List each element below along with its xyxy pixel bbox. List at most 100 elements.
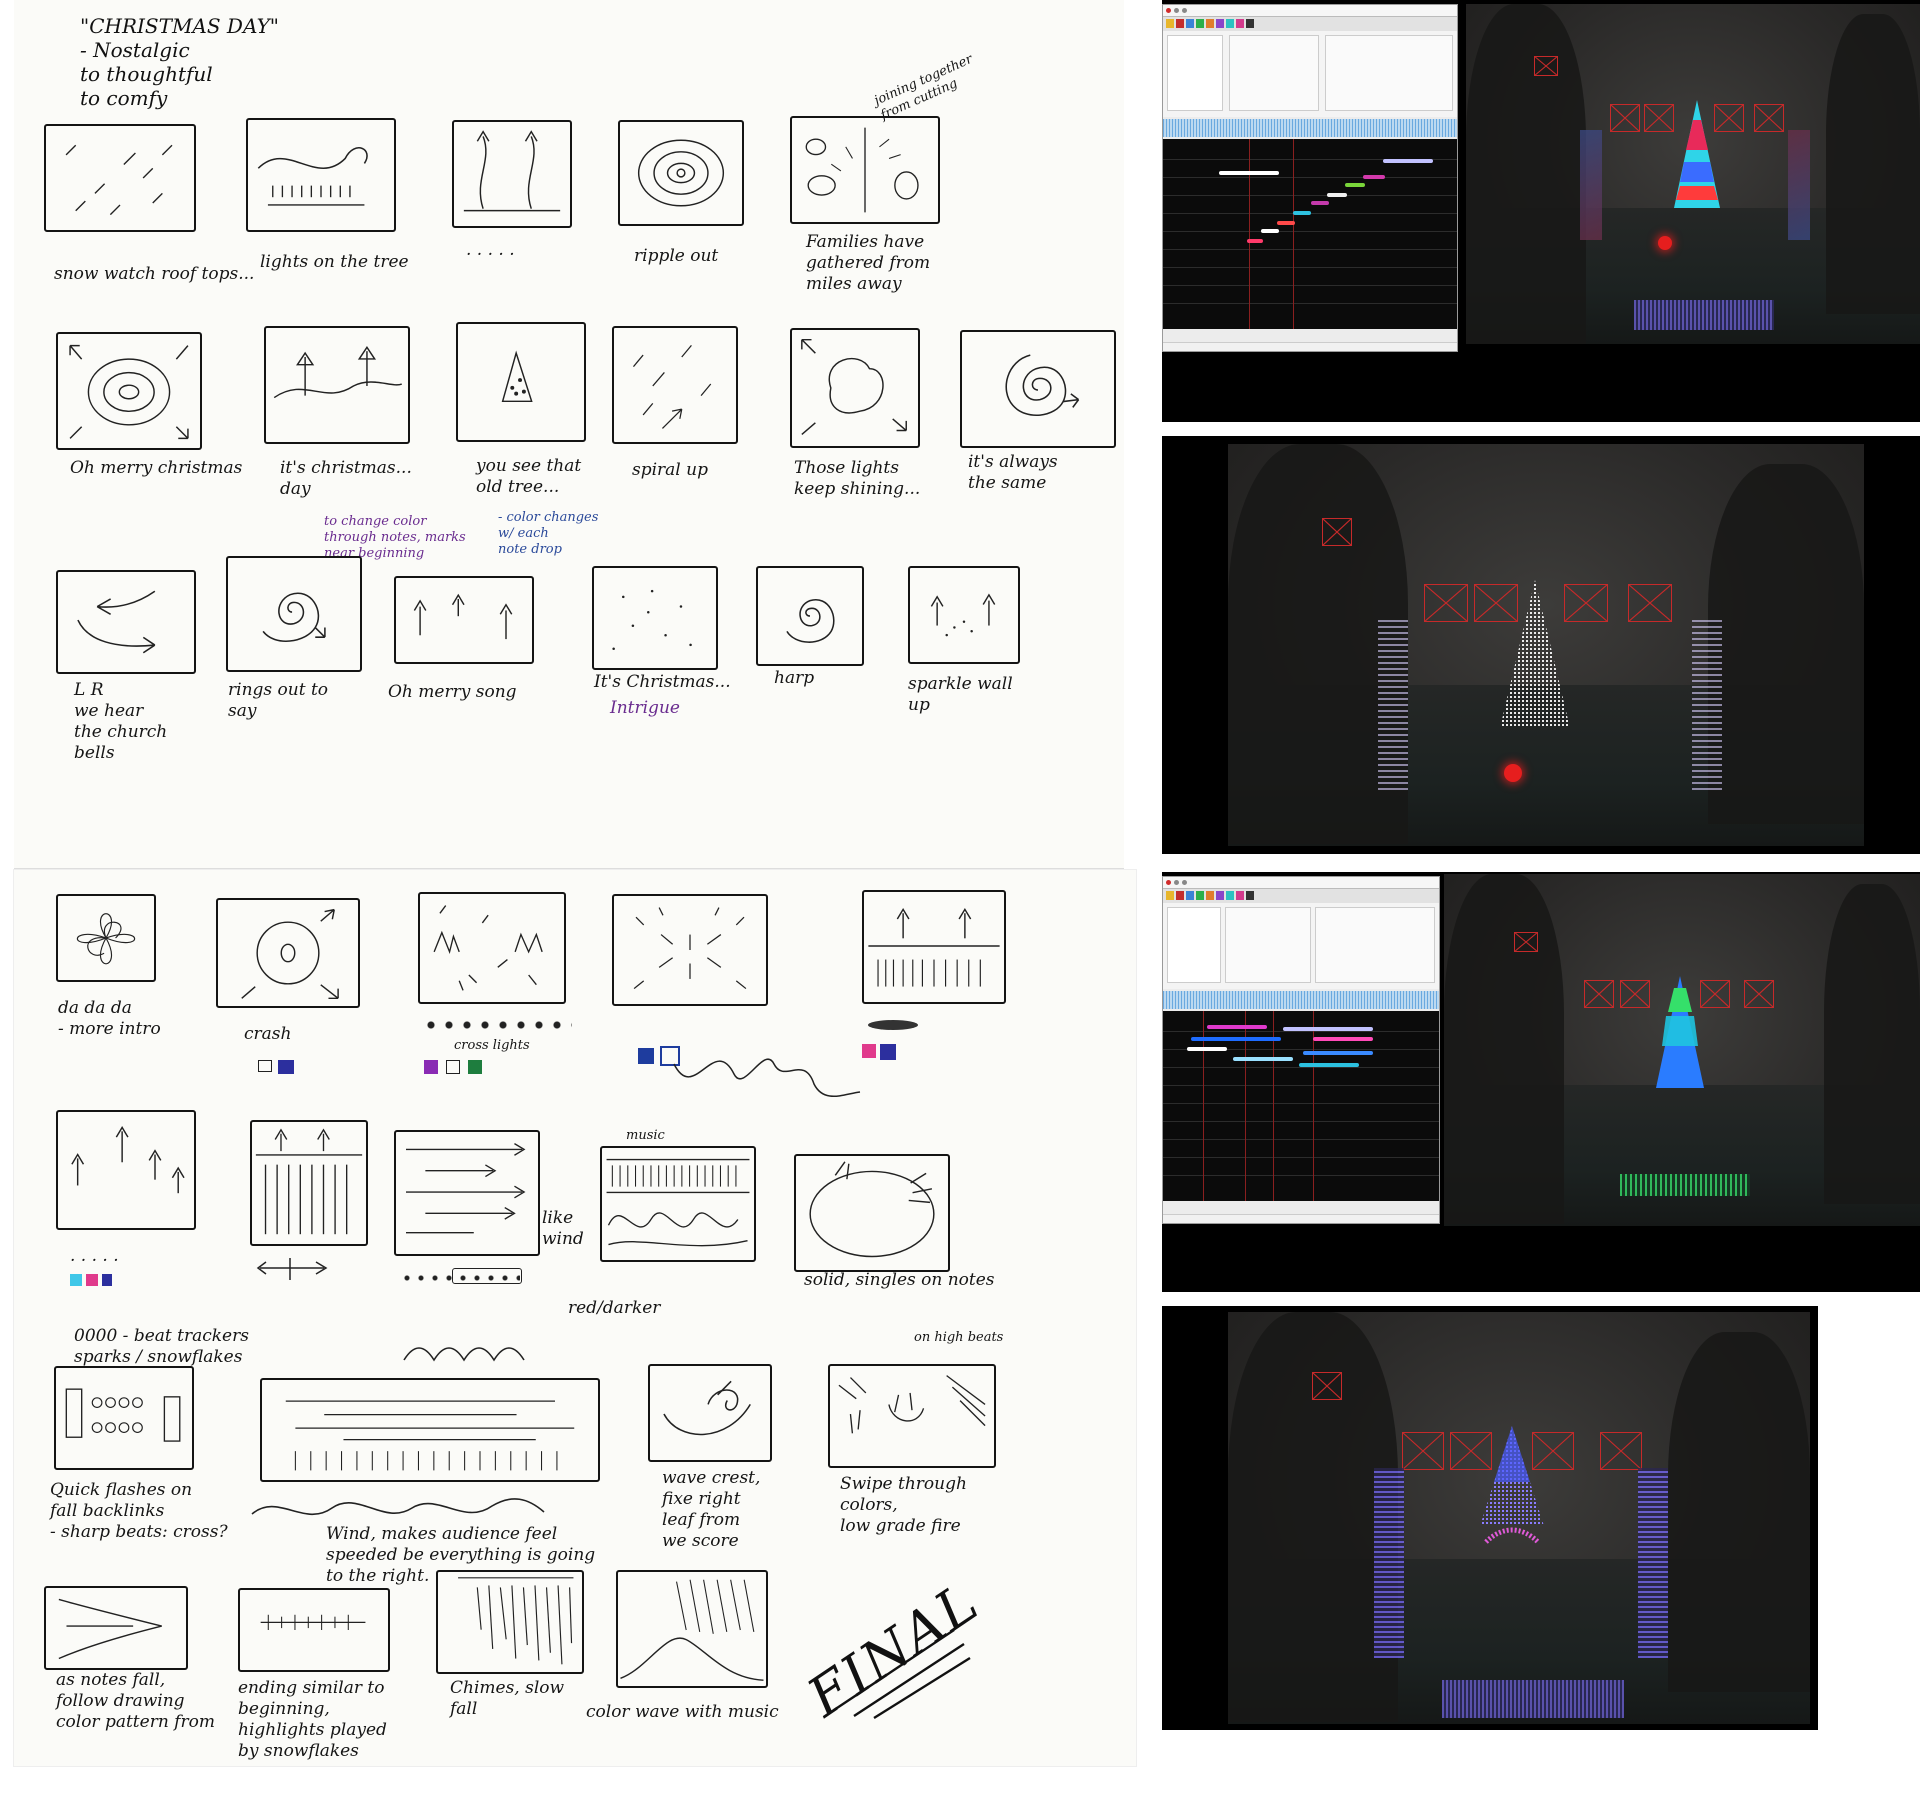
yard-preview <box>1228 444 1864 846</box>
caption: da da da - more intro <box>58 998 161 1039</box>
panel-chimes <box>436 1570 584 1674</box>
toolbar <box>1163 17 1457 31</box>
screenshot-1 <box>1162 0 1920 422</box>
effect-settings-panel <box>1163 903 1439 989</box>
caption: as notes fall, follow drawing color patt… <box>56 1670 215 1732</box>
panel-church-bells <box>56 570 196 674</box>
screenshot-4 <box>1162 1306 1818 1730</box>
caption: snow watch roof tops... <box>54 264 255 284</box>
caption: it's christmas... day <box>280 458 412 499</box>
yard-preview <box>1228 1312 1810 1724</box>
caption: It's Christmas... <box>594 672 731 692</box>
caption: music <box>626 1128 665 1143</box>
doodle-box <box>452 1268 522 1284</box>
led-prop-box <box>1534 56 1558 76</box>
swatch <box>258 1060 272 1072</box>
yard-preview <box>1466 4 1920 344</box>
mega-tree <box>1500 580 1570 728</box>
screenshot-2 <box>1162 436 1920 854</box>
panel-burst <box>612 894 768 1006</box>
panel-snow <box>44 124 196 232</box>
panel-lights-tree <box>246 118 396 232</box>
note: 0000 - beat trackers sparks / snowflakes <box>74 1326 249 1367</box>
panel-old-tree <box>456 322 586 442</box>
led-column <box>1378 620 1408 790</box>
caption: wave crest, fixe right leaf from we scor… <box>662 1468 761 1551</box>
panel-cross-lights <box>418 892 566 1004</box>
note: to change color through notes, marks nea… <box>324 514 466 561</box>
caption: like wind <box>542 1208 584 1249</box>
caption: spiral up <box>632 460 708 480</box>
led-prop-box <box>1424 584 1468 622</box>
panel-rings-out <box>226 556 362 672</box>
led-prop-box <box>1312 1372 1342 1400</box>
caption: L R we hear the church bells <box>74 680 168 763</box>
note: joining together from cutting <box>872 51 975 124</box>
panel-ripple <box>618 120 744 226</box>
panel-harp <box>756 566 864 666</box>
panel-sparkle-wall <box>908 566 1020 664</box>
wave-doodle <box>403 1347 525 1362</box>
storyboard-sheet-bottom: da da da - more intro crash cross lights… <box>14 870 1136 1766</box>
caption: solid, singles on notes <box>804 1270 995 1290</box>
panel-wave-crest <box>648 1364 772 1462</box>
caption: crash <box>244 1024 292 1044</box>
music-squiggle <box>673 1058 861 1097</box>
led-prop-box <box>1744 980 1774 1008</box>
panel-families <box>790 116 940 224</box>
swatch <box>880 1044 896 1060</box>
storyboard-sheet-top: "CHRISTMAS DAY" - Nostalgic to thoughtfu… <box>14 0 1124 868</box>
taskbar <box>1163 1214 1439 1223</box>
led-column <box>1374 1468 1404 1658</box>
caption: . . . . . <box>466 240 515 260</box>
caption: color wave with music <box>586 1702 779 1722</box>
panel-intrigue <box>592 566 718 670</box>
led-prop-box <box>1584 980 1614 1008</box>
led-column <box>1638 1468 1668 1658</box>
arrow-doodle <box>256 1258 328 1280</box>
led-column <box>1788 130 1810 240</box>
final-underlines <box>833 1629 971 1720</box>
panel-always-same <box>960 330 1116 448</box>
effect-settings-panel <box>1163 31 1457 117</box>
sequencer-window <box>1162 876 1440 1224</box>
caption: it's always the same <box>968 452 1058 493</box>
led-prop-box <box>1600 1432 1642 1470</box>
note: red/darker <box>568 1298 661 1318</box>
caption: cross lights <box>454 1038 530 1053</box>
caption: you see that old tree... <box>476 456 582 497</box>
audio-waveform <box>1163 119 1457 137</box>
panel-solid-singles <box>794 1154 950 1272</box>
panel-color-wave <box>616 1570 768 1688</box>
mega-tree <box>1656 976 1704 1088</box>
swatch <box>424 1060 438 1074</box>
caption: . . . . . <box>70 1246 119 1266</box>
led-prop-box <box>1754 104 1784 132</box>
caption: harp <box>774 668 815 688</box>
panel-oh-merry <box>56 332 202 450</box>
led-prop-box <box>1620 980 1650 1008</box>
red-spot-light <box>1504 764 1522 782</box>
panel-wind-right <box>260 1378 600 1482</box>
yard-preview <box>1444 874 1920 1226</box>
window-titlebar <box>1163 877 1439 889</box>
caption: rings out to say <box>228 680 329 721</box>
caption: Chimes, slow fall <box>450 1678 565 1719</box>
panel-wave-bars <box>600 1146 756 1262</box>
swatch <box>86 1274 98 1286</box>
mega-tree <box>1480 1426 1544 1544</box>
note: Intrigue <box>610 698 680 718</box>
caption: Oh merry song <box>388 682 517 702</box>
caption: sparkle wall up <box>908 674 1013 715</box>
sequencer-window <box>1162 4 1458 352</box>
panel-rising-lights <box>452 120 572 228</box>
red-spot-light <box>1658 236 1672 250</box>
led-prop-box <box>1402 1432 1444 1470</box>
note: - color changes w/ each note drop <box>498 510 599 557</box>
window-titlebar <box>1163 5 1457 17</box>
panel-arrows-stripes <box>250 1120 368 1246</box>
swatch <box>102 1274 112 1286</box>
caption: Quick flashes on fall backlinks - sharp … <box>50 1480 228 1542</box>
led-strip <box>1634 300 1774 330</box>
panel-lights-shining <box>790 328 920 448</box>
